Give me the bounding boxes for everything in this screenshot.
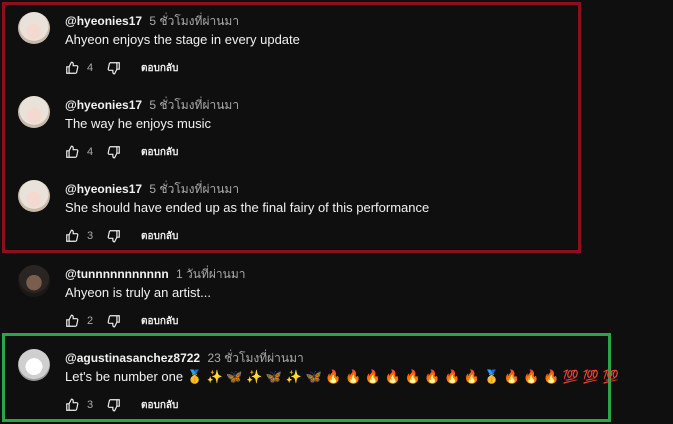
comment-text: Let's be number one 🥇 ✨ 🦋 ✨ 🦋 ✨ 🦋 🔥 🔥 🔥 … [65,369,619,384]
dislike-icon[interactable] [107,398,121,412]
comment-author[interactable]: @tunnnnnnnnnnn [65,267,169,281]
comment-meta: @tunnnnnnnnnnn 1 วันที่ผ่านมา [65,265,246,284]
comment-actions: 4 ตอบกลับ [65,60,178,76]
dislike-icon[interactable] [107,229,121,243]
comment-author[interactable]: @hyeonies17 [65,182,142,196]
comment-time[interactable]: 5 ชั่วโมงที่ผ่านมา [149,182,239,196]
avatar[interactable] [18,96,50,128]
like-icon[interactable] [65,314,79,328]
avatar[interactable] [18,349,50,381]
comment-author[interactable]: @hyeonies17 [65,14,142,28]
avatar[interactable] [18,180,50,212]
comment-author[interactable]: @hyeonies17 [65,98,142,112]
dislike-icon[interactable] [107,61,121,75]
dislike-icon[interactable] [107,145,121,159]
comment-author[interactable]: @agustinasanchez8722 [65,351,200,365]
comment-meta: @agustinasanchez8722 23 ชั่วโมงที่ผ่านมา [65,349,304,368]
reply-button[interactable]: ตอบกลับ [141,61,178,76]
comment-time[interactable]: 23 ชั่วโมงที่ผ่านมา [207,351,303,365]
comment-time[interactable]: 5 ชั่วโมงที่ผ่านมา [149,98,239,112]
dislike-icon[interactable] [107,314,121,328]
comment-meta: @hyeonies17 5 ชั่วโมงที่ผ่านมา [65,180,239,199]
comment-time[interactable]: 1 วันที่ผ่านมา [176,267,245,281]
comment-text: She should have ended up as the final fa… [65,200,430,215]
like-icon[interactable] [65,398,79,412]
like-icon[interactable] [65,61,79,75]
reply-button[interactable]: ตอบกลับ [141,314,178,329]
avatar[interactable] [18,12,50,44]
like-count: 3 [87,230,94,242]
like-count: 4 [87,146,94,158]
comment-time[interactable]: 5 ชั่วโมงที่ผ่านมา [149,14,239,28]
reply-button[interactable]: ตอบกลับ [141,145,178,160]
comment-actions: 2 ตอบกลับ [65,313,178,329]
comment-actions: 3 ตอบกลับ [65,397,178,413]
like-icon[interactable] [65,229,79,243]
avatar[interactable] [18,265,50,297]
comment-actions: 3 ตอบกลับ [65,228,178,244]
like-count: 4 [87,62,94,74]
reply-button[interactable]: ตอบกลับ [141,398,178,413]
comment-item: @hyeonies17 5 ชั่วโมงที่ผ่านมา The way h… [18,96,578,170]
comment-item: @hyeonies17 5 ชั่วโมงที่ผ่านมา Ahyeon en… [18,12,578,86]
comment-meta: @hyeonies17 5 ชั่วโมงที่ผ่านมา [65,12,239,31]
comment-actions: 4 ตอบกลับ [65,144,178,160]
like-icon[interactable] [65,145,79,159]
comment-text: The way he enjoys music [65,116,211,131]
like-count: 2 [87,315,94,327]
comment-meta: @hyeonies17 5 ชั่วโมงที่ผ่านมา [65,96,239,115]
comment-item: @hyeonies17 5 ชั่วโมงที่ผ่านมา She shoul… [18,180,578,254]
comment-text: Ahyeon is truly an artist... [65,285,211,300]
comment-text: Ahyeon enjoys the stage in every update [65,32,300,47]
like-count: 3 [87,399,94,411]
comment-item: @agustinasanchez8722 23 ชั่วโมงที่ผ่านมา… [18,349,619,423]
comment-item: @tunnnnnnnnnnn 1 วันที่ผ่านมา Ahyeon is … [18,265,578,339]
reply-button[interactable]: ตอบกลับ [141,229,178,244]
